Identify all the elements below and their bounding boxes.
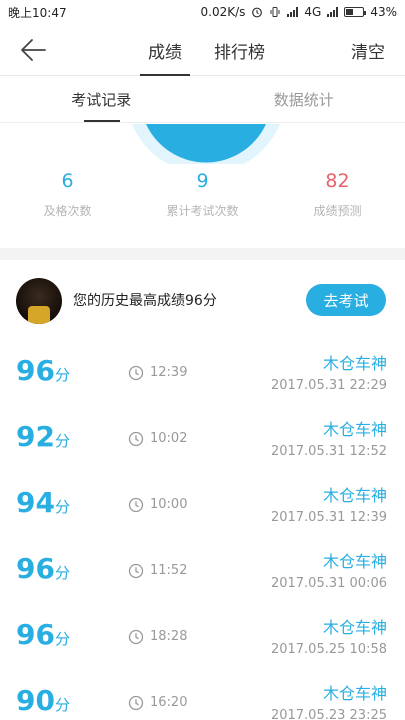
section-divider bbox=[0, 248, 405, 260]
stat-prediction: 82 成绩预测 bbox=[270, 170, 405, 219]
clock-icon bbox=[128, 497, 144, 513]
signal-1-icon bbox=[287, 7, 299, 17]
stats-panel: 6 及格次数 9 累计考试次数 82 成绩预测 bbox=[0, 124, 405, 248]
record-score: 92分 bbox=[16, 420, 70, 453]
record-duration: 10:00 bbox=[150, 497, 188, 512]
nav-tabs: 成绩 排行榜 bbox=[140, 24, 291, 76]
record-duration: 18:28 bbox=[150, 629, 188, 644]
score-value: 96 bbox=[16, 618, 55, 651]
clock-icon bbox=[128, 629, 144, 645]
tab-score[interactable]: 成绩 bbox=[140, 24, 190, 76]
start-exam-button[interactable]: 去考试 bbox=[306, 284, 386, 316]
nav-bar: 成绩 排行榜 清空 bbox=[0, 24, 405, 76]
score-unit: 分 bbox=[54, 564, 70, 582]
stat-value: 6 bbox=[61, 170, 74, 192]
status-icons: 0.02K/s 4G 43% bbox=[201, 5, 398, 19]
clock-icon bbox=[128, 563, 144, 579]
record-date: 2017.05.23 23:25 bbox=[270, 708, 387, 720]
record-duration: 12:39 bbox=[150, 365, 188, 380]
clear-button[interactable]: 清空 bbox=[351, 24, 385, 76]
stat-label: 累计考试次数 bbox=[166, 204, 239, 218]
record-duration: 16:20 bbox=[150, 695, 188, 710]
score-unit: 分 bbox=[54, 630, 70, 648]
avatar bbox=[16, 278, 62, 324]
alarm-icon bbox=[252, 7, 263, 18]
back-arrow-icon bbox=[21, 39, 46, 61]
network-type: 4G bbox=[304, 5, 322, 19]
record-user: 木仓车神 bbox=[322, 684, 387, 703]
score-value: 90 bbox=[16, 684, 55, 717]
record-row[interactable]: 96分 12:39 木仓车神 2017.05.31 22:29 bbox=[0, 340, 405, 406]
tab-ranking[interactable]: 排行榜 bbox=[208, 24, 271, 76]
clock-icon bbox=[128, 695, 144, 711]
tab-data-statistics[interactable]: 数据统计 bbox=[203, 77, 405, 122]
record-date: 2017.05.31 12:39 bbox=[270, 510, 387, 525]
record-row[interactable]: 96分 18:28 木仓车神 2017.05.25 10:58 bbox=[0, 604, 405, 670]
best-score-row: 您的历史最高成绩96分 去考试 bbox=[0, 270, 405, 330]
stat-label: 成绩预测 bbox=[313, 204, 362, 218]
record-user: 木仓车神 bbox=[322, 552, 387, 571]
signal-2-icon bbox=[327, 7, 339, 17]
record-row[interactable]: 92分 10:02 木仓车神 2017.05.31 12:52 bbox=[0, 406, 405, 472]
record-row[interactable]: 90分 16:20 木仓车神 2017.05.23 23:25 bbox=[0, 670, 405, 720]
battery-icon bbox=[344, 7, 367, 17]
record-row[interactable]: 94分 10:00 木仓车神 2017.05.31 12:39 bbox=[0, 472, 405, 538]
exam-record-list: 96分 12:39 木仓车神 2017.05.31 22:29 92分 10:0… bbox=[0, 340, 405, 720]
record-date: 2017.05.25 10:58 bbox=[270, 642, 387, 657]
record-date: 2017.05.31 22:29 bbox=[270, 378, 387, 393]
record-date: 2017.05.31 00:06 bbox=[270, 576, 387, 591]
stat-value: 82 bbox=[325, 170, 350, 192]
network-speed: 0.02K/s bbox=[200, 5, 246, 19]
clock-icon bbox=[128, 365, 144, 381]
back-button[interactable] bbox=[18, 36, 50, 64]
record-row[interactable]: 96分 11:52 木仓车神 2017.05.31 00:06 bbox=[0, 538, 405, 604]
record-score: 90分 bbox=[16, 684, 70, 717]
record-date: 2017.05.31 12:52 bbox=[270, 444, 387, 459]
score-unit: 分 bbox=[54, 432, 70, 450]
best-score-text: 您的历史最高成绩96分 bbox=[73, 293, 217, 309]
score-value: 96 bbox=[16, 354, 55, 387]
stats-row: 6 及格次数 9 累计考试次数 82 成绩预测 bbox=[0, 170, 405, 219]
record-user: 木仓车神 bbox=[322, 486, 387, 505]
record-user: 木仓车神 bbox=[322, 354, 387, 373]
score-value: 92 bbox=[16, 420, 55, 453]
stat-total-exams: 9 累计考试次数 bbox=[135, 170, 270, 219]
score-ring bbox=[132, 124, 280, 164]
score-unit: 分 bbox=[54, 366, 70, 384]
status-bar: 晚上10:47 0.02K/s 4G 43% bbox=[0, 0, 405, 24]
score-unit: 分 bbox=[54, 696, 70, 714]
clock-icon bbox=[128, 431, 144, 447]
record-score: 96分 bbox=[16, 618, 70, 651]
record-score: 96分 bbox=[16, 552, 70, 585]
record-score: 94分 bbox=[16, 486, 70, 519]
record-user: 木仓车神 bbox=[322, 420, 387, 439]
stat-label: 及格次数 bbox=[43, 204, 92, 218]
battery-percent: 43% bbox=[370, 5, 397, 19]
record-user: 木仓车神 bbox=[322, 618, 387, 637]
score-unit: 分 bbox=[54, 498, 70, 516]
stat-pass-count: 6 及格次数 bbox=[0, 170, 135, 219]
sub-tabs: 考试记录 数据统计 bbox=[0, 77, 405, 123]
score-value: 96 bbox=[16, 552, 55, 585]
record-duration: 10:02 bbox=[150, 431, 188, 446]
status-time: 晚上10:47 bbox=[8, 5, 67, 20]
tab-exam-records[interactable]: 考试记录 bbox=[0, 77, 203, 122]
score-value: 94 bbox=[16, 486, 55, 519]
stat-value: 9 bbox=[196, 170, 209, 192]
record-score: 96分 bbox=[16, 354, 70, 387]
vibrate-icon bbox=[270, 7, 280, 17]
record-duration: 11:52 bbox=[150, 563, 188, 578]
